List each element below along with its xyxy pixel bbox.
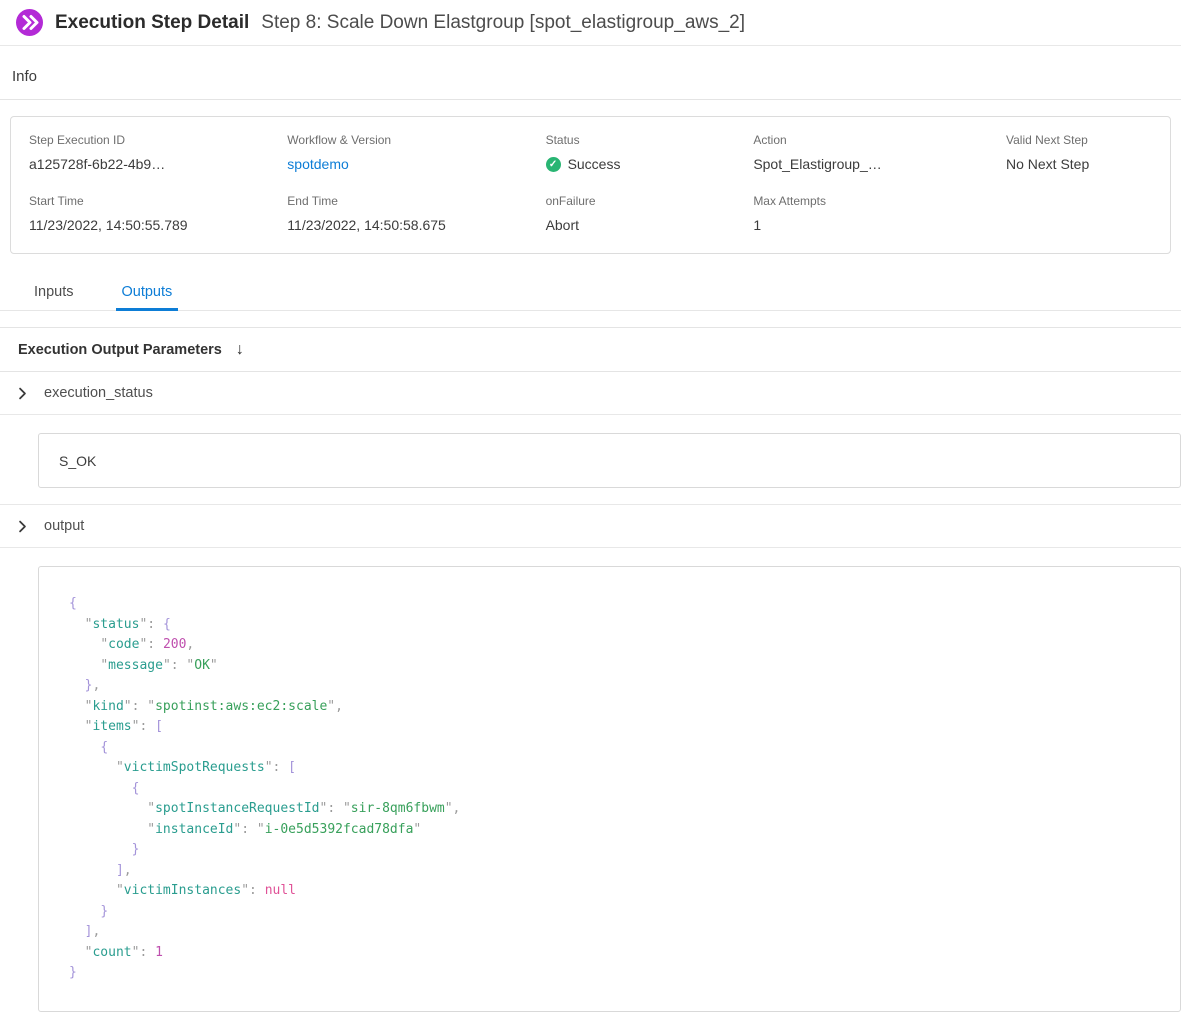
field-step-execution-id: Step Execution ID a125728f-6b22-4b9… [29, 133, 287, 172]
success-check-icon: ✓ [546, 157, 561, 172]
field-label: Valid Next Step [1006, 133, 1152, 147]
param-name: execution_status [44, 385, 153, 401]
param-execution-status: execution_status S_OK [0, 372, 1181, 504]
param-content: S_OK [0, 415, 1181, 504]
param-name: output [44, 518, 84, 534]
execution-status-value: S_OK [38, 433, 1181, 488]
field-label: Start Time [29, 194, 287, 208]
status-text: Success [568, 156, 621, 172]
output-json-value: { "status": { "code": 200, "message": "O… [69, 594, 1150, 984]
workflow-link[interactable]: spotdemo [287, 156, 545, 172]
page-subtitle: Step 8: Scale Down Elastgroup [spot_elas… [261, 12, 745, 34]
field-label: Action [753, 133, 1006, 147]
page-title: Execution Step Detail [55, 12, 249, 34]
field-onfailure: onFailure Abort [546, 194, 754, 233]
status-badge: ✓ Success [546, 156, 754, 172]
param-content: { "status": { "code": 200, "message": "O… [0, 548, 1181, 1028]
output-params-title: Execution Output Parameters [18, 342, 222, 358]
field-label: Max Attempts [753, 194, 1006, 208]
tab-outputs[interactable]: Outputs [116, 276, 179, 311]
field-value: 11/23/2022, 14:50:58.675 [287, 217, 545, 233]
app-header: Execution Step Detail Step 8: Scale Down… [0, 0, 1181, 46]
field-workflow-version: Workflow & Version spotdemo [287, 133, 545, 172]
chevron-right-icon [16, 387, 29, 400]
field-end-time: End Time 11/23/2022, 14:50:58.675 [287, 194, 545, 233]
tab-bar: Inputs Outputs [0, 270, 1181, 311]
field-label: Step Execution ID [29, 133, 287, 147]
field-label: Status [546, 133, 754, 147]
field-value: a125728f-6b22-4b9… [29, 156, 287, 172]
output-json-box: { "status": { "code": 200, "message": "O… [38, 566, 1181, 1012]
collapse-all-icon[interactable]: ↓ [236, 341, 244, 359]
field-status: Status ✓ Success [546, 133, 754, 172]
info-section-label: Info [0, 46, 1181, 100]
field-label: End Time [287, 194, 545, 208]
chevron-right-icon [16, 520, 29, 533]
info-card: Step Execution ID a125728f-6b22-4b9… Wor… [10, 116, 1171, 254]
param-output: output { "status": { "code": 200, "messa… [0, 504, 1181, 1028]
field-value: Abort [546, 217, 754, 233]
field-label: Workflow & Version [287, 133, 545, 147]
tab-inputs[interactable]: Inputs [28, 276, 80, 310]
field-label: onFailure [546, 194, 754, 208]
field-max-attempts: Max Attempts 1 [753, 194, 1006, 233]
output-params-header: Execution Output Parameters ↓ [0, 327, 1181, 372]
field-value: 1 [753, 217, 1006, 233]
field-value: Spot_Elastigroup_… [753, 156, 1006, 172]
field-value: 11/23/2022, 14:50:55.789 [29, 217, 287, 233]
param-row-output[interactable]: output [0, 505, 1181, 548]
field-action: Action Spot_Elastigroup_… [753, 133, 1006, 172]
app-logo-icon [16, 9, 43, 36]
field-value: No Next Step [1006, 156, 1152, 172]
field-start-time: Start Time 11/23/2022, 14:50:55.789 [29, 194, 287, 233]
field-valid-next-step: Valid Next Step No Next Step [1006, 133, 1152, 172]
param-row-execution-status[interactable]: execution_status [0, 372, 1181, 415]
